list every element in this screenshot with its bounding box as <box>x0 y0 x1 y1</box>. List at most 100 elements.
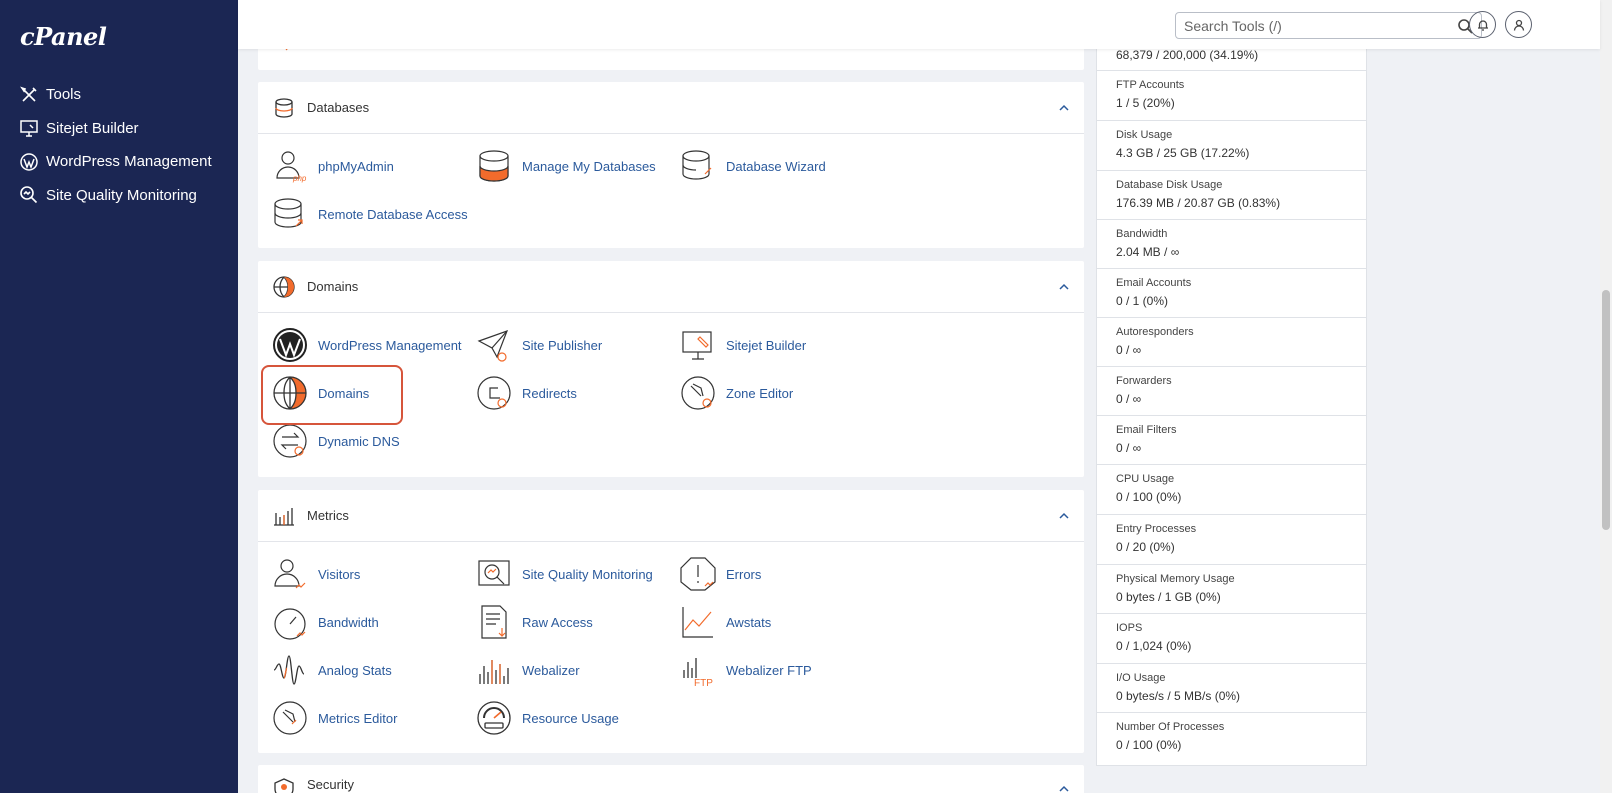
chevron-up-icon[interactable] <box>1058 510 1070 522</box>
site-quality-icon <box>476 556 512 592</box>
tools-icon <box>18 84 40 106</box>
gauge-icon <box>272 604 308 640</box>
tool-bandwidth[interactable]: Bandwidth <box>272 602 379 642</box>
scrollbar-thumb[interactable] <box>1602 290 1610 530</box>
magnifier-icon <box>18 184 40 206</box>
stat-label: Forwarders <box>1116 375 1172 387</box>
tool-visitors[interactable]: Visitors <box>272 554 360 594</box>
notifications-button[interactable] <box>1469 11 1496 38</box>
tool-awstats[interactable]: Awstats <box>680 602 771 642</box>
stat-label: CPU Usage <box>1116 473 1175 485</box>
dynamic-dns-icon <box>272 423 308 459</box>
stat-value: 0 / ∞ <box>1116 392 1142 406</box>
sidebar-item-site-quality-monitoring[interactable]: Site Quality Monitoring <box>18 179 212 213</box>
waveform-icon <box>272 652 308 688</box>
stat-label: Email Accounts <box>1116 277 1192 289</box>
databases-panel-header[interactable]: Databases <box>258 82 1084 134</box>
tool-resource-usage[interactable]: Resource Usage <box>476 698 619 738</box>
stat-value: 0 bytes / 1 GB (0%) <box>1116 590 1221 604</box>
domains-panel-header[interactable]: Domains <box>258 261 1084 313</box>
stat-value: 0 / 20 (0%) <box>1116 540 1175 554</box>
tool-dynamic-dns[interactable]: Dynamic DNS <box>272 421 400 461</box>
stat-row: Entry Processes 0 / 20 (0%) <box>1097 515 1366 565</box>
page-scrollbar[interactable] <box>1600 0 1612 793</box>
stat-value: 0 / 100 (0%) <box>1116 490 1182 504</box>
user-menu-button[interactable] <box>1505 11 1532 38</box>
stat-row: Disk Usage 4.3 GB / 25 GB (17.22%) <box>1097 121 1366 171</box>
stat-label: I/O Usage <box>1116 672 1166 684</box>
cpanel-logo[interactable]: cPanel <box>20 22 107 51</box>
stat-value: 0 / ∞ <box>1116 343 1142 357</box>
metrics-title: Metrics <box>307 508 349 523</box>
wordpress-icon <box>272 327 308 363</box>
chevron-up-icon[interactable] <box>1058 783 1070 793</box>
sidebar-item-tools[interactable]: Tools <box>18 78 212 112</box>
remote-database-icon <box>272 196 308 232</box>
line-chart-icon <box>680 604 716 640</box>
stat-value: 68,379 / 200,000 (34.19%) <box>1116 48 1259 62</box>
tool-webalizer[interactable]: Webalizer <box>476 650 580 690</box>
metrics-items: Visitors Site Quality Monitoring Errors … <box>258 542 1084 735</box>
stat-label: Entry Processes <box>1116 523 1197 535</box>
tool-database-wizard[interactable]: Database Wizard <box>680 146 826 186</box>
stat-row: CPU Usage 0 / 100 (0%) <box>1097 465 1366 515</box>
stat-label: Bandwidth <box>1116 228 1168 240</box>
domains-highlight-box <box>261 365 403 425</box>
metrics-panel-header[interactable]: Metrics <box>258 490 1084 542</box>
sitejet-icon <box>680 327 716 363</box>
search-input[interactable] <box>1184 17 1457 34</box>
tool-webalizer-ftp[interactable]: FTP Webalizer FTP <box>680 650 812 690</box>
sidebar-item-label: Tools <box>46 86 82 104</box>
tool-site-quality-monitoring[interactable]: Site Quality Monitoring <box>476 554 653 594</box>
top-header <box>238 0 1600 49</box>
redirect-icon <box>476 375 512 411</box>
chevron-up-icon[interactable] <box>1058 102 1070 114</box>
globe-icon <box>272 275 296 299</box>
document-icon <box>476 604 512 640</box>
database-icon <box>476 148 512 184</box>
stat-label: Disk Usage <box>1116 129 1173 141</box>
bars-icon <box>476 652 512 688</box>
sidebar-item-wordpress-management[interactable]: WordPress Management <box>18 145 212 179</box>
tool-redirects[interactable]: Redirects <box>476 373 577 413</box>
security-panel-header[interactable]: Security <box>258 765 1084 793</box>
tool-errors[interactable]: Errors <box>680 554 761 594</box>
tool-remote-database-access[interactable]: Remote Database Access <box>272 194 468 234</box>
paper-plane-icon <box>476 327 512 363</box>
stat-value: 0 / 100 (0%) <box>1116 738 1182 752</box>
tool-sitejet-builder[interactable]: Sitejet Builder <box>680 325 806 365</box>
zone-editor-icon <box>680 375 716 411</box>
stat-row: Autoresponders 0 / ∞ <box>1097 318 1366 367</box>
chevron-up-icon[interactable] <box>1058 281 1070 293</box>
tool-raw-access[interactable]: Raw Access <box>476 602 593 642</box>
shield-icon <box>272 777 296 793</box>
phpmyadmin-icon: php <box>272 148 308 184</box>
stat-row: IOPS 0 / 1,024 (0%) <box>1097 614 1366 664</box>
stat-value: 0 / 1,024 (0%) <box>1116 639 1192 653</box>
stat-row: Bandwidth 2.04 MB / ∞ <box>1097 220 1366 269</box>
search-box[interactable] <box>1175 12 1482 39</box>
tool-wordpress-management[interactable]: WordPress Management <box>272 325 462 365</box>
statistics-panel: 68,379 / 200,000 (34.19%) FTP Accounts 1… <box>1096 0 1367 766</box>
sidebar-item-label: Sitejet Builder <box>46 119 139 137</box>
domains-items: WordPress Management Site Publisher Site… <box>258 313 1084 458</box>
security-panel: Security <box>258 765 1084 793</box>
tool-phpmyadmin[interactable]: php phpMyAdmin <box>272 146 394 186</box>
tool-site-publisher[interactable]: Site Publisher <box>476 325 602 365</box>
metrics-panel: Metrics Visitors Site Quality Monitoring… <box>258 490 1084 753</box>
sidebar-item-sitejet-builder[interactable]: Sitejet Builder <box>18 112 212 146</box>
tool-analog-stats[interactable]: Analog Stats <box>272 650 392 690</box>
sidebar: cPanel Tools Sitejet Builder WordPress M… <box>0 0 238 793</box>
monitor-icon <box>18 117 40 139</box>
svg-text:php: php <box>292 174 307 183</box>
tool-metrics-editor[interactable]: Metrics Editor <box>272 698 397 738</box>
tool-manage-my-databases[interactable]: Manage My Databases <box>476 146 656 186</box>
databases-title: Databases <box>307 100 370 115</box>
tool-zone-editor[interactable]: Zone Editor <box>680 373 793 413</box>
database-icon <box>272 96 296 120</box>
wordpress-icon <box>18 151 40 173</box>
speedometer-icon <box>476 700 512 736</box>
stat-value: 0 bytes/s / 5 MB/s (0%) <box>1116 689 1241 703</box>
sidebar-item-label: Site Quality Monitoring <box>46 186 197 204</box>
stat-label: IOPS <box>1116 622 1143 634</box>
